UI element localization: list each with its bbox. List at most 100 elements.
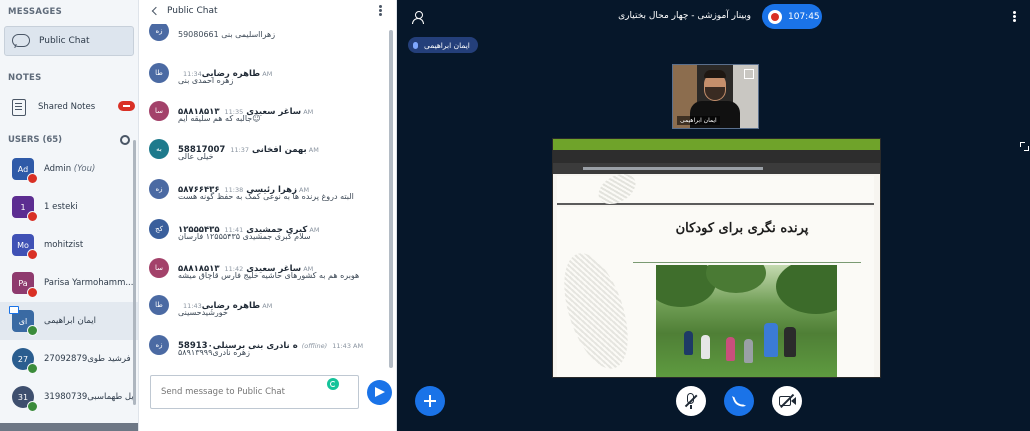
user-list-scrollbar[interactable] <box>133 140 136 405</box>
public-chat-label: Public Chat <box>39 36 90 46</box>
user-list-item[interactable]: 27 27092879فرشید طوی <box>0 340 138 378</box>
audio-status-icon <box>27 325 38 336</box>
shared-notes-item[interactable]: Shared Notes <box>0 92 138 122</box>
audio-status-icon <box>27 287 38 298</box>
message-text: سلام کبری جمشیدی ۱۲۵۵۵۴۳۵ فارسان <box>178 232 311 241</box>
message-text: خورشیدحسینی <box>178 308 228 317</box>
notes-badge <box>118 101 135 111</box>
user-name: Parisa Yarmohamm... <box>44 278 134 288</box>
slide-browser-bar <box>553 150 880 163</box>
chat-title: Public Chat <box>167 6 218 16</box>
message-header: بهمن افخانی 5881700711:37 AM <box>178 137 373 155</box>
message-header: طاهره رضایی11:34 AM <box>178 61 373 79</box>
photo-person <box>764 323 778 357</box>
grammarly-icon[interactable] <box>327 378 339 390</box>
chat-compose <box>139 368 396 431</box>
avatar: ای <box>9 306 38 336</box>
message-header: ساغر سعیدی ۵۸۸۱۸۵۱۳11:42 AM <box>178 256 373 274</box>
photo-tree <box>706 265 766 293</box>
more-options-icon[interactable] <box>379 5 382 8</box>
avatar: سا <box>149 101 169 121</box>
avatar: Ad <box>12 158 38 184</box>
user-name-text: Parisa Yarmohamm... <box>44 278 134 288</box>
message-text: هوبره هم به کشورهای حاشیه خلیج فارس قاچا… <box>178 271 360 280</box>
feather-graphic <box>593 167 641 211</box>
feather-graphic <box>553 245 641 377</box>
user-list-item[interactable]: 1 1 esteki <box>0 188 138 226</box>
user-list-item[interactable]: 31 31980739یل طهماسبی <box>0 378 138 416</box>
expand-icon[interactable] <box>744 69 754 79</box>
messages-section-title: MESSAGES <box>8 7 63 17</box>
user-list-panel: MESSAGES Public Chat NOTES Shared Notes … <box>0 0 139 431</box>
user-name: mohitzist <box>44 240 134 250</box>
photo-person <box>684 331 693 355</box>
avatar-initials: 31 <box>17 392 29 402</box>
user-name-text: Admin <box>44 164 72 174</box>
settings-menu-icon[interactable] <box>1013 11 1016 14</box>
notes-icon <box>12 98 26 116</box>
photo-person <box>726 337 735 361</box>
send-button[interactable] <box>367 380 392 405</box>
webcam-person <box>704 70 726 78</box>
avatar: طا <box>149 295 169 315</box>
user-name-text: 31980739یل طهماسبی <box>44 392 134 402</box>
user-name: ایمان ابراهیمی <box>44 316 134 326</box>
avatar-initials: Mo <box>17 240 29 250</box>
avatar-initials: Pa <box>18 278 28 288</box>
slide-divider <box>633 262 861 263</box>
leave-audio-button[interactable] <box>724 386 754 416</box>
user-name-text: 1 esteki <box>44 202 78 212</box>
public-chat-panel: Public Chat زه زهرااسلیمی بنی 59080661 طا ط… <box>139 0 397 431</box>
chat-icon <box>11 33 31 49</box>
user-name-suffix: (You) <box>73 164 96 174</box>
avatar: زه <box>149 24 169 41</box>
avatar: Mo <box>12 234 38 260</box>
chat-scrollbar[interactable] <box>389 30 393 368</box>
talker-name: ایمان ابراهیمی <box>424 40 470 50</box>
public-chat-button[interactable]: Public Chat <box>4 26 134 56</box>
user-name: 31980739یل طهماسبی <box>44 392 134 402</box>
message-text: زهرااسلیمی بنی 59080661 <box>178 30 276 39</box>
camera-off-icon <box>791 397 796 405</box>
user-list-item[interactable]: ای ایمان ابراهیمی <box>0 302 138 340</box>
user-list-footer <box>0 423 138 431</box>
slide-page: پرنده نگری برای کودکان <box>553 207 874 377</box>
avatar: زه <box>149 335 169 355</box>
chevron-left-icon[interactable] <box>151 6 161 16</box>
user-list-item[interactable]: Ad Admin (You) <box>0 150 138 188</box>
slide-photo <box>656 265 837 377</box>
slide-toolbar-line <box>583 167 763 170</box>
user-list-item[interactable]: Pa Parisa Yarmohamm... <box>0 264 138 302</box>
presenter-icon <box>9 306 19 314</box>
message-text: ☺جالبه که هم سلیقه ایم <box>178 114 261 123</box>
mic-icon <box>413 41 418 49</box>
user-name-text: ایمان ابراهیمی <box>44 316 97 326</box>
avatar: زه <box>149 179 169 199</box>
recording-indicator[interactable]: 107:45 <box>762 4 822 29</box>
message-header: کبری جمشیدی ۱۲۵۵۵۴۳۵11:41 AM <box>178 217 373 235</box>
actions-plus-button[interactable] <box>415 386 445 416</box>
photo-person <box>784 327 796 357</box>
share-webcam-button[interactable] <box>772 386 802 416</box>
slide-previous-page <box>557 167 874 211</box>
audio-status-icon <box>27 401 38 412</box>
message-text: زهره نادری۵۸۹۱۳۹۹۹ <box>178 348 250 357</box>
user-name-text: 27092879فرشید طوی <box>44 354 131 364</box>
webcam-video[interactable]: ایمان ابراهیمی <box>672 64 759 129</box>
avatar: به <box>149 139 169 159</box>
gear-icon[interactable] <box>120 135 130 145</box>
message-text: زهره احمدی بنی <box>178 76 234 85</box>
mute-button[interactable] <box>676 386 706 416</box>
message-text: خیلی عالی <box>178 152 214 161</box>
webcam-user-name: ایمان ابراهیمی <box>677 116 720 125</box>
message-header: ساغر سعیدی ۵۸۸۱۸۵۱۳11:35 AM <box>178 99 373 117</box>
photo-person <box>701 335 710 359</box>
avatar-initials: 1 <box>20 202 26 212</box>
fullscreen-icon[interactable] <box>1020 142 1029 151</box>
message-header: زهرا رئیسی ۵۸۷۶۶۴۳۶11:38 AM <box>178 177 373 195</box>
user-name: 27092879فرشید طوی <box>44 354 134 364</box>
slide-title: پرنده نگری برای کودکان <box>675 221 809 236</box>
photo-person <box>744 339 753 363</box>
user-list-item[interactable]: Mo mohitzist <box>0 226 138 264</box>
user-name: Admin (You) <box>44 164 134 174</box>
